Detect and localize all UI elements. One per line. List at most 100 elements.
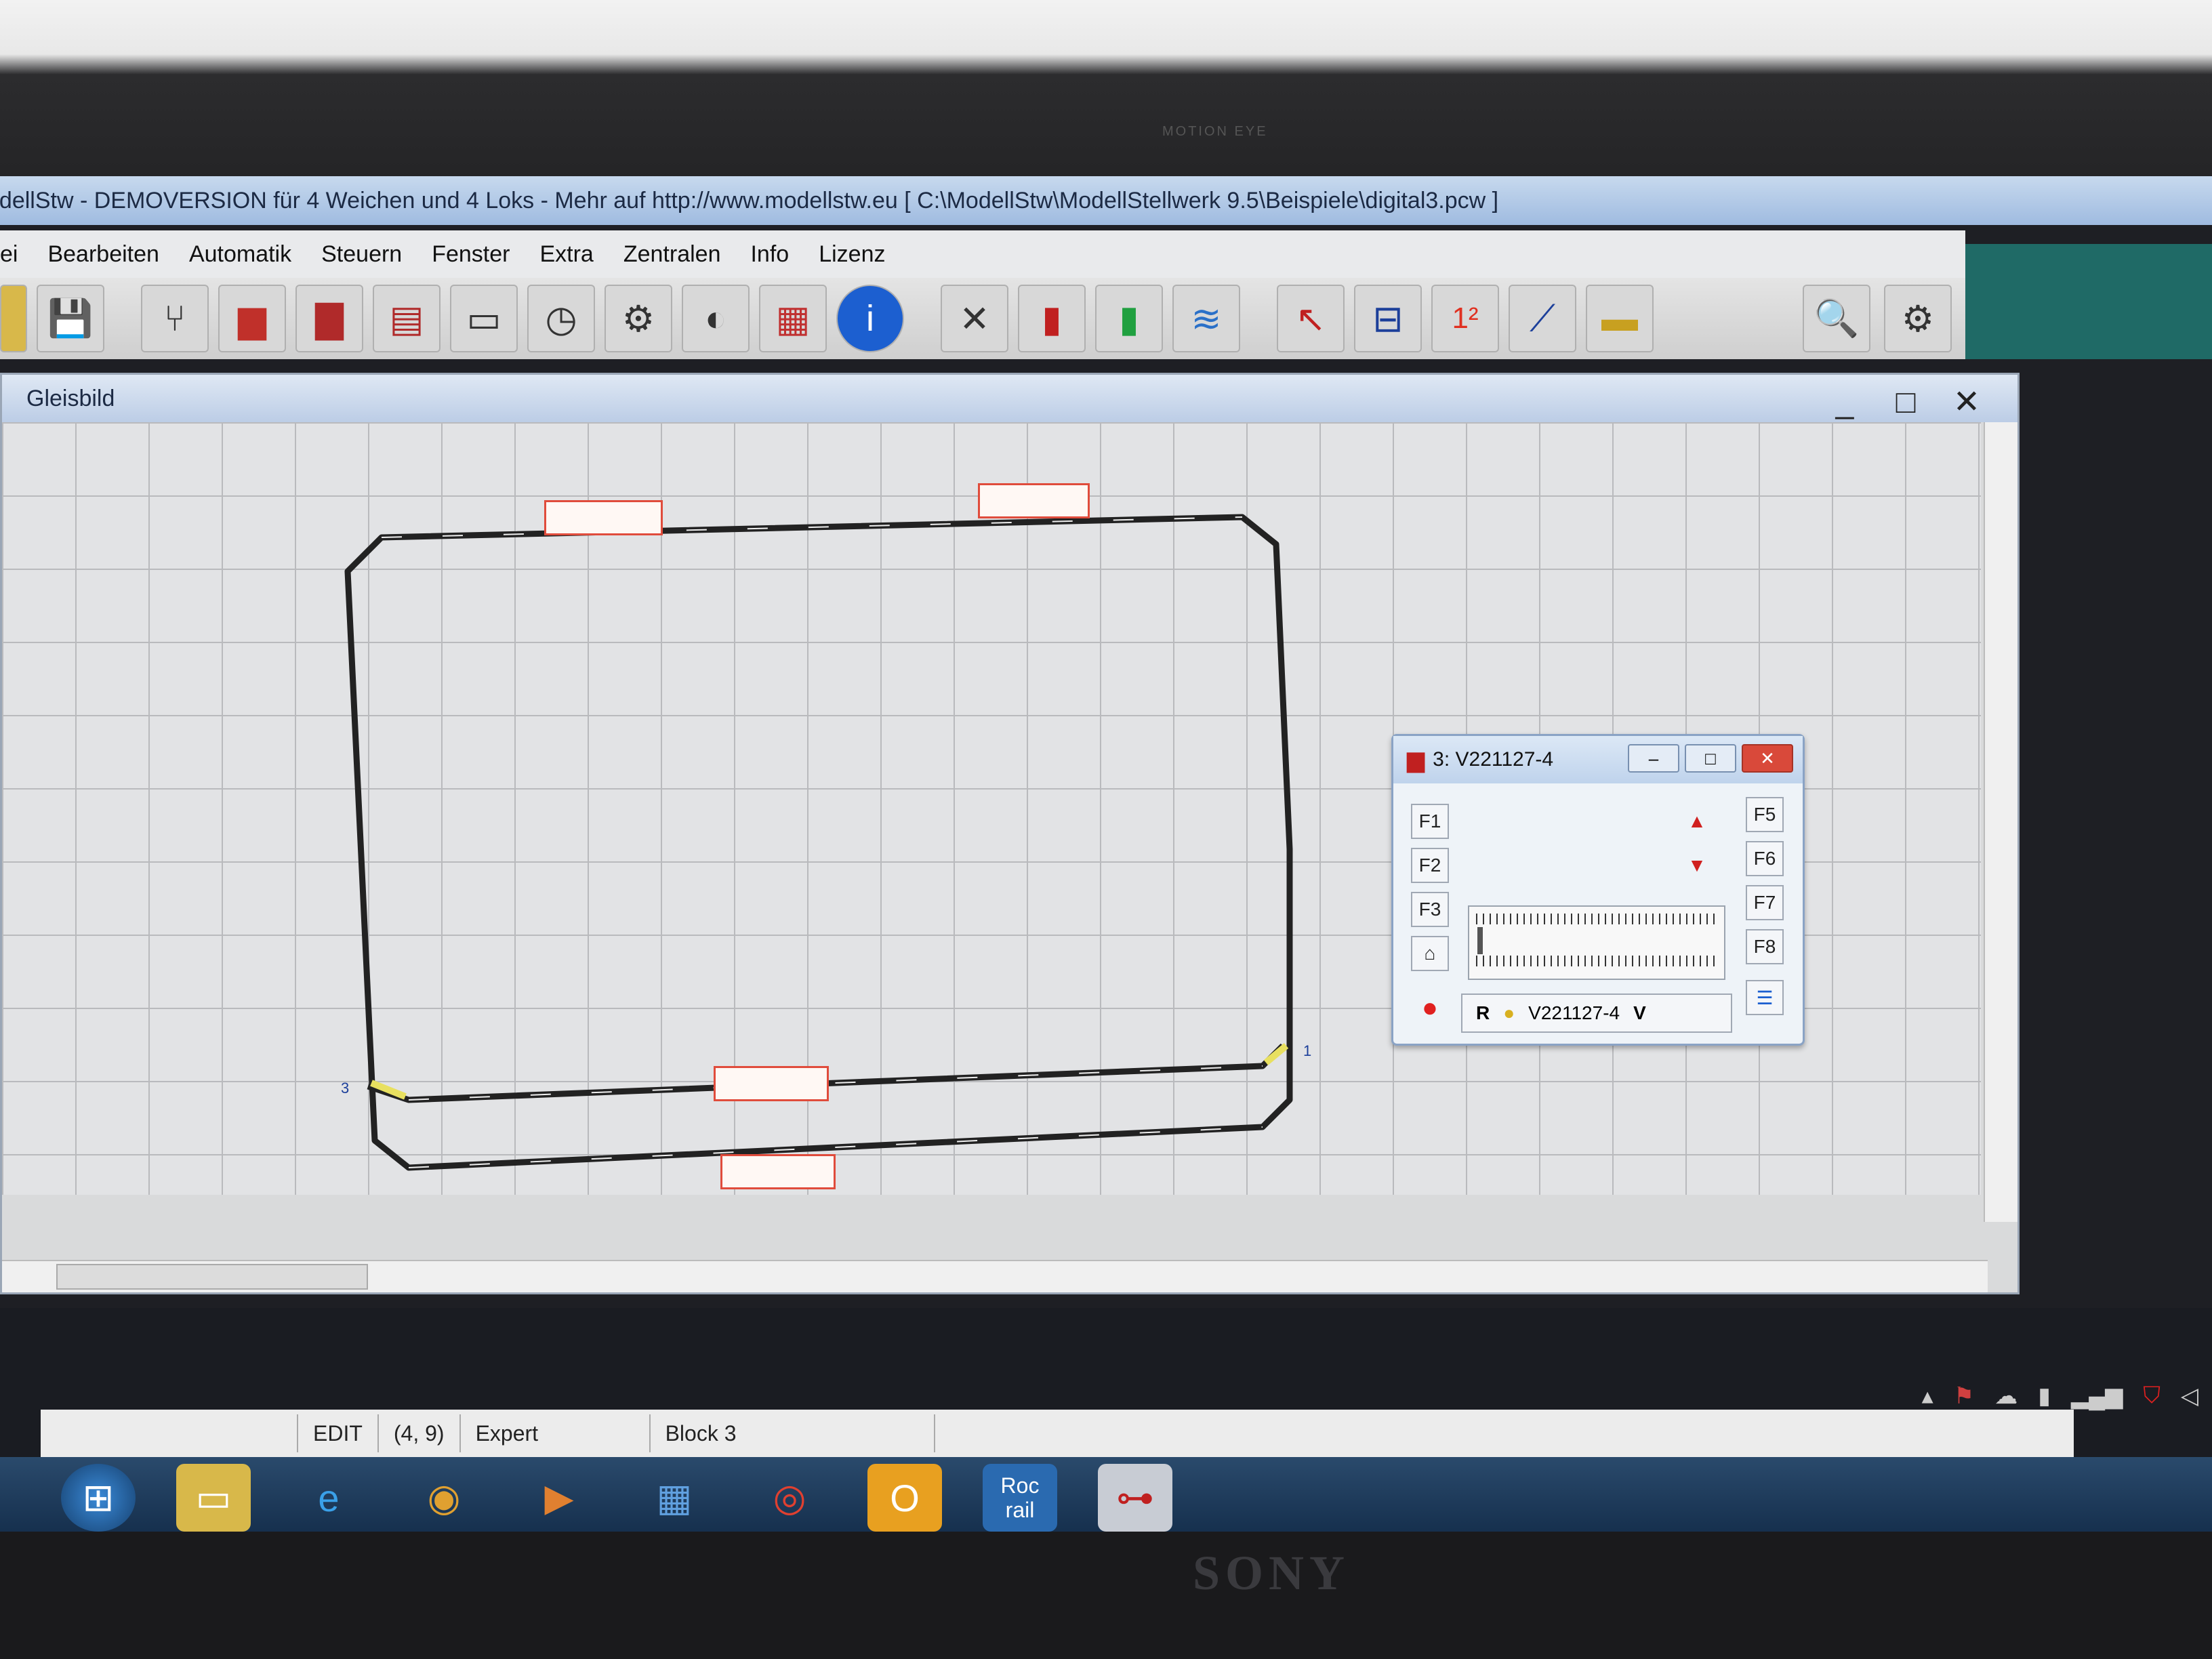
turnout-label-right: 1 [1303, 1042, 1311, 1059]
rocrail-line2: rail [1005, 1498, 1035, 1522]
turtle-icon[interactable]: ⌂ [1411, 936, 1449, 971]
trackplan-window-controls: _ □ ✕ [1821, 382, 1990, 422]
menu-extra[interactable]: Extra [539, 241, 593, 268]
laptop-bezel-top: MOTION EYE [0, 0, 2212, 197]
numbering-icon[interactable]: 1² [1431, 285, 1499, 352]
loco-close-button[interactable]: ✕ [1742, 744, 1793, 773]
laptop-brand: SONY [1193, 1546, 1351, 1600]
menu-automatik[interactable]: Automatik [189, 241, 291, 268]
v-button[interactable]: V [1633, 1002, 1646, 1024]
horizontal-scrollbar[interactable] [2, 1260, 1988, 1292]
f3-button[interactable]: F3 [1411, 892, 1449, 927]
f7-button[interactable]: F7 [1746, 885, 1784, 920]
settings-icon[interactable]: ⚙ [1884, 285, 1952, 352]
info-icon[interactable]: i [836, 285, 904, 352]
volume-icon[interactable]: ◁ [2181, 1382, 2198, 1410]
loco-list-icon[interactable]: ▤ [373, 285, 441, 352]
taskbar-apps: ⊞ ▭ e ◉ ▶ ▦ ◎ O Roc rail ⊶ [61, 1464, 1172, 1532]
camera-label: MOTION EYE [1162, 124, 1268, 139]
sound-icon[interactable]: ◐ [682, 285, 750, 352]
status-block: Block 3 [651, 1414, 935, 1452]
right-toolbar: 🔍 ⚙ [1803, 285, 1952, 352]
track-icon[interactable]: ⊟ [1354, 285, 1422, 352]
turnout-icon[interactable]: ⑂ [141, 285, 209, 352]
vertical-scrollbar[interactable] [1984, 422, 2018, 1222]
signal-red-icon[interactable]: ▮ [1018, 285, 1086, 352]
loco-maximize-button[interactable]: □ [1685, 744, 1736, 773]
direction-up-icon[interactable]: ▲ [1678, 804, 1716, 839]
signal-icon[interactable]: ▂▄▆ [2071, 1382, 2123, 1410]
explorer-icon[interactable]: ▭ [176, 1464, 251, 1532]
loco-icon[interactable]: ▆ [218, 285, 286, 352]
window-title: odellStw - DEMOVERSION für 4 Weichen und… [0, 188, 1499, 213]
clock-icon[interactable]: ◷ [527, 285, 595, 352]
trackplan-title: Gleisbild [26, 386, 115, 411]
f6-button[interactable]: F6 [1746, 841, 1784, 876]
antivirus-icon[interactable]: ⛉ [2143, 1382, 2160, 1410]
rocrail-app[interactable]: Roc rail [983, 1464, 1057, 1532]
block-3[interactable] [714, 1066, 829, 1101]
loco-control-window: ▆ 3: V221127-4 – □ ✕ F1 F2 F3 ⌂ ● ▲ ▼ F5… [1391, 734, 1805, 1046]
block-1[interactable] [544, 500, 663, 535]
maximize-button[interactable]: □ [1882, 382, 1929, 422]
loco-minimize-button[interactable]: – [1628, 744, 1679, 773]
media-center-icon[interactable]: ◉ [407, 1464, 481, 1532]
switch-icon[interactable]: ⟋ [1509, 285, 1576, 352]
menu-datei[interactable]: ei [0, 241, 18, 268]
direction-button[interactable]: R [1476, 1002, 1490, 1024]
block-2[interactable] [978, 483, 1090, 518]
start-button-icon[interactable]: ⊞ [61, 1464, 136, 1532]
loco-control-title: 3: V221127-4 [1433, 748, 1554, 771]
grid-icon[interactable]: ▦ [759, 285, 827, 352]
cursor-icon[interactable]: ↖ [1277, 285, 1345, 352]
side-panel-strip [1965, 244, 2212, 359]
cloud-icon[interactable]: ☁ [1994, 1382, 2018, 1410]
monitor-icon[interactable]: ▭ [450, 285, 518, 352]
speed-slider[interactable] [1468, 905, 1725, 980]
gear-icon[interactable]: ⚙ [605, 285, 672, 352]
app-store-icon[interactable]: ▦ [637, 1464, 712, 1532]
menu-lizenz[interactable]: Lizenz [819, 241, 885, 268]
f1-button[interactable]: F1 [1411, 804, 1449, 839]
f5-button[interactable]: F5 [1746, 797, 1784, 832]
menu-bearbeiten[interactable]: Bearbeiten [47, 241, 159, 268]
minimize-button[interactable]: _ [1821, 382, 1868, 422]
f2-button[interactable]: F2 [1411, 848, 1449, 883]
block-icon[interactable]: ▬ [1586, 285, 1654, 352]
block-4[interactable] [720, 1154, 836, 1189]
stop-icon[interactable]: ● [1411, 990, 1449, 1025]
menu-info[interactable]: Info [750, 241, 789, 268]
modellstellwerk-app-icon[interactable]: ⊶ [1098, 1464, 1172, 1532]
folder-icon[interactable] [0, 285, 27, 352]
menu-bar: ei Bearbeiten Automatik Steuern Fenster … [0, 230, 1965, 278]
signal-green-icon[interactable]: ▮ [1095, 285, 1163, 352]
loco-info-bar: R ● V221127-4 V [1461, 994, 1732, 1033]
lightbulb-icon[interactable]: ● [1503, 1002, 1515, 1024]
status-spacer [41, 1414, 298, 1452]
list-icon[interactable]: ☰ [1746, 980, 1784, 1015]
train-icon[interactable]: ▇ [295, 285, 363, 352]
f8-button[interactable]: F8 [1746, 929, 1784, 964]
slider-handle[interactable] [1477, 927, 1483, 954]
media-player-icon[interactable]: ▶ [522, 1464, 596, 1532]
tray-arrow-icon[interactable]: ▴ [1922, 1382, 1933, 1410]
chrome-icon[interactable]: ◎ [752, 1464, 827, 1532]
direction-down-icon[interactable]: ▼ [1678, 848, 1716, 883]
close-button[interactable]: ✕ [1943, 382, 1990, 422]
outlook-icon[interactable]: O [867, 1464, 942, 1532]
tools-icon[interactable]: ✕ [941, 285, 1008, 352]
status-bar: EDIT (4, 9) Expert Block 3 [41, 1410, 2074, 1457]
scroll-thumb[interactable] [56, 1264, 368, 1290]
menu-zentralen[interactable]: Zentralen [623, 241, 721, 268]
internet-explorer-icon[interactable]: e [291, 1464, 366, 1532]
wifi-icon[interactable]: ≋ [1172, 285, 1240, 352]
search-icon[interactable]: 🔍 [1803, 285, 1870, 352]
turnout-label-left: 3 [341, 1080, 349, 1097]
system-tray: ▴ ⚑ ☁ ▮ ▂▄▆ ⛉ ◁ [1922, 1382, 2198, 1410]
flag-icon[interactable]: ⚑ [1954, 1382, 1974, 1410]
save-icon[interactable]: 💾 [37, 285, 104, 352]
menu-fenster[interactable]: Fenster [432, 241, 510, 268]
menu-steuern[interactable]: Steuern [321, 241, 402, 268]
slider-ticks-top [1476, 914, 1717, 924]
battery-icon[interactable]: ▮ [2038, 1382, 2051, 1410]
